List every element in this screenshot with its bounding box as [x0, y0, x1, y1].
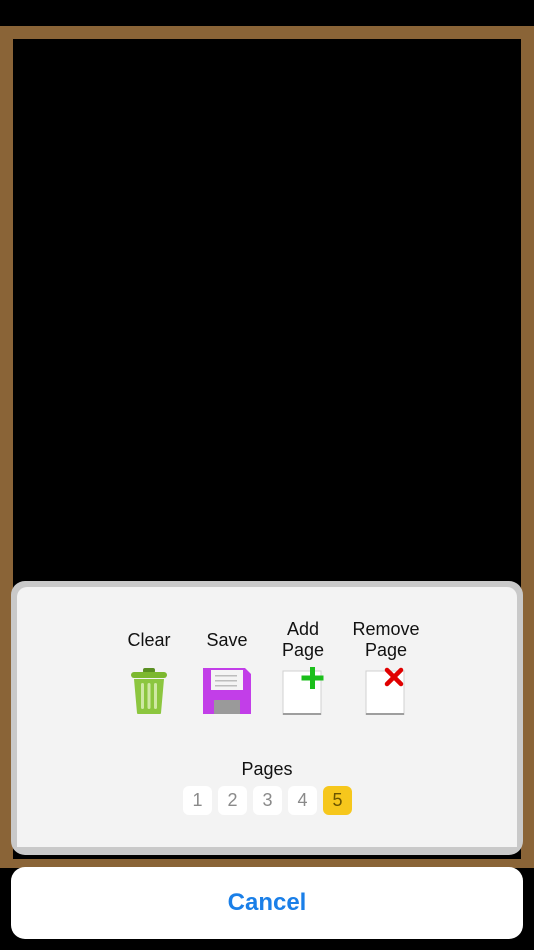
floppy-disk-icon — [203, 668, 251, 714]
remove-page-button[interactable]: Remove Page — [346, 619, 426, 715]
save-button[interactable]: Save — [195, 630, 259, 714]
page-chip-2[interactable]: 2 — [218, 786, 247, 815]
page-selector: 1 2 3 4 5 — [183, 786, 352, 815]
screen: Clear Save Add Page Remove Page Pages 1 … — [0, 0, 534, 950]
page-chip-1[interactable]: 1 — [183, 786, 212, 815]
add-page-button[interactable]: Add Page — [271, 619, 335, 715]
action-sheet-panel: Clear Save Add Page Remove Page Pages 1 … — [17, 587, 517, 847]
remove-page-label: Remove Page — [352, 619, 420, 660]
save-label: Save — [206, 630, 248, 650]
action-sheet: Clear Save Add Page Remove Page Pages 1 … — [11, 581, 523, 855]
trash-icon — [131, 668, 167, 714]
clear-label: Clear — [127, 630, 171, 650]
page-chip-4[interactable]: 4 — [288, 786, 317, 815]
pages-label: Pages — [241, 759, 293, 779]
clear-button[interactable]: Clear — [117, 630, 181, 714]
page-chip-3[interactable]: 3 — [253, 786, 282, 815]
cancel-button[interactable]: Cancel — [11, 867, 523, 939]
add-page-label: Add Page — [281, 619, 325, 660]
page-chip-5[interactable]: 5 — [323, 786, 352, 815]
remove-page-icon — [365, 667, 405, 715]
add-page-icon — [282, 667, 324, 715]
